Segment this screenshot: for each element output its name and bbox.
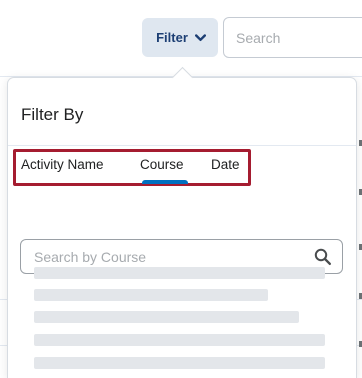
dropdown-header: Filter By: [8, 78, 356, 145]
loading-placeholder-row: [34, 311, 299, 323]
loading-placeholder-row: [34, 289, 268, 301]
filter-dropdown: Filter By Activity Name Course Date: [7, 66, 357, 378]
loading-placeholder-row: [34, 357, 325, 369]
chevron-down-icon: [194, 33, 206, 41]
loading-placeholder-row: [34, 267, 325, 279]
search-input[interactable]: [223, 17, 362, 58]
filter-button-label: Filter: [156, 30, 188, 45]
filter-tabs-highlight: Activity Name Course Date: [13, 149, 251, 186]
dropdown-divider: [8, 145, 356, 146]
dropdown-title: Filter By: [21, 105, 84, 124]
selected-tab-indicator: [142, 180, 188, 184]
tab-date[interactable]: Date: [211, 157, 240, 172]
tab-course[interactable]: Course: [140, 157, 184, 172]
loading-placeholder-row: [34, 334, 325, 346]
search-icon[interactable]: [314, 248, 332, 266]
tab-activity-name[interactable]: Activity Name: [21, 157, 104, 172]
filter-button[interactable]: Filter: [142, 18, 218, 57]
